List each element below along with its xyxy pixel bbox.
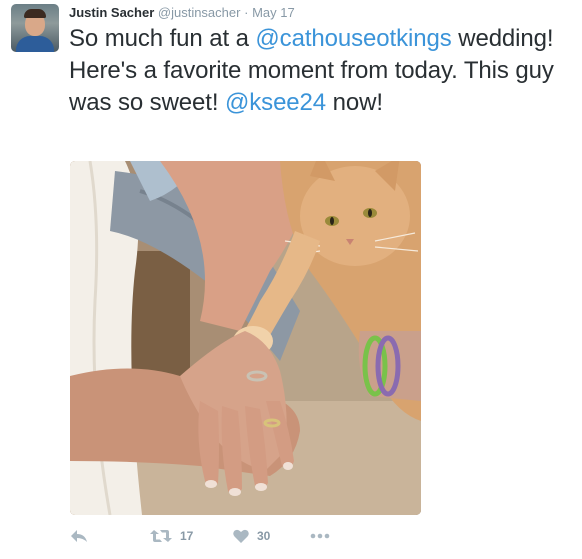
author-handle[interactable]: @justinsacher <box>158 5 241 20</box>
heart-icon <box>233 529 249 543</box>
tweet-date[interactable]: May 17 <box>252 5 295 20</box>
like-button[interactable]: 30 <box>233 526 270 546</box>
avatar-shirt <box>16 36 54 52</box>
tweet: Justin Sacher @justinsacher · May 17 So … <box>0 0 582 559</box>
mention-link[interactable]: @ksee24 <box>225 89 326 116</box>
reply-icon <box>70 529 88 543</box>
more-dots-icon <box>310 533 330 539</box>
avatar-hair <box>24 9 46 18</box>
tweet-photo[interactable] <box>70 161 421 515</box>
retweet-button[interactable]: 17 <box>150 526 193 546</box>
tweet-actions: 17 30 <box>70 526 370 546</box>
like-count: 30 <box>257 529 271 543</box>
retweet-count: 17 <box>180 529 194 543</box>
tweet-text: So much fun at a @cathouseotkings weddin… <box>69 23 569 119</box>
author-name[interactable]: Justin Sacher <box>69 5 154 20</box>
tweet-text-part: So much fun at a <box>69 25 256 52</box>
tweet-header: Justin Sacher @justinsacher · May 17 <box>69 5 295 21</box>
more-button[interactable] <box>310 526 330 546</box>
avatar[interactable] <box>11 4 59 52</box>
mention-link[interactable]: @cathouseotkings <box>255 25 451 52</box>
retweet-icon <box>150 529 172 543</box>
photo-illustration <box>70 161 421 515</box>
reply-button[interactable] <box>70 526 88 546</box>
header-separator: · <box>244 5 249 20</box>
tweet-text-part: now! <box>326 89 383 116</box>
